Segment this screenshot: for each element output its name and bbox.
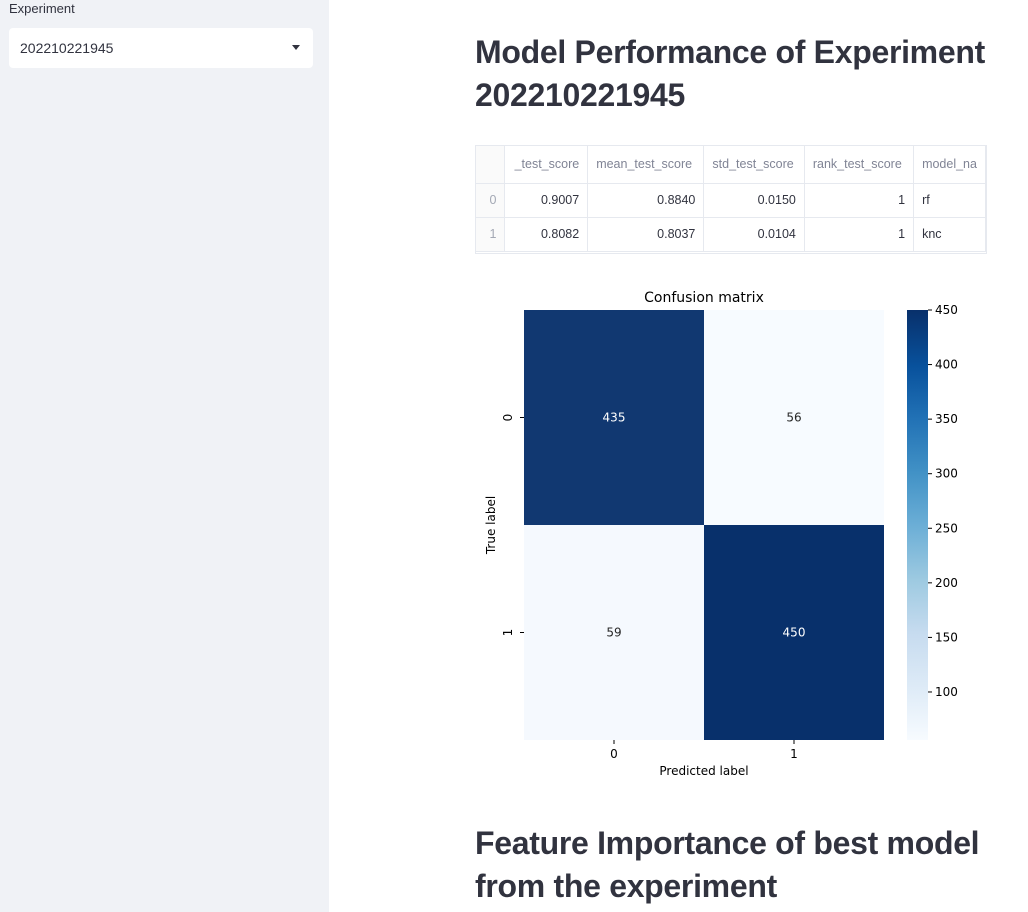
confusion-matrix-chart: Confusion matrix 435 56 59 450 0 1 0 1 Predict… xyxy=(484,290,958,778)
colorbar-tick-label: 150 xyxy=(935,630,958,644)
column-header[interactable]: std_test_score xyxy=(703,146,805,184)
table-row[interactable]: 0 0.9007 0.8840 0.0150 1 rf xyxy=(476,183,986,218)
colorbar-tick-label: 350 xyxy=(935,412,958,426)
y-axis-label: True label xyxy=(484,496,498,555)
page-title: Model Performance of Experiment 20221022… xyxy=(475,34,985,113)
cell-value-label: 450 xyxy=(783,626,806,640)
column-header[interactable]: _test_score xyxy=(504,146,589,184)
y-tick-label: 1 xyxy=(501,629,515,637)
colorbar xyxy=(907,310,928,740)
y-tick-label: 0 xyxy=(501,414,515,422)
table-cell[interactable]: 1 xyxy=(804,183,915,218)
row-index: 0 xyxy=(476,183,506,218)
experiment-select-value: 202210221945 xyxy=(20,40,114,56)
column-header[interactable]: mean_test_score xyxy=(587,146,705,184)
chevron-down-icon[interactable] xyxy=(292,45,300,50)
x-axis-label: Predicted label xyxy=(659,764,748,778)
cell-value-label: 59 xyxy=(606,626,621,640)
table-cell[interactable]: 0.8082 xyxy=(504,217,589,252)
colorbar-tick-label: 250 xyxy=(935,521,958,535)
table-cell[interactable]: 0.0104 xyxy=(703,217,805,252)
table-cell[interactable]: 0.0150 xyxy=(703,183,805,218)
table-cell[interactable]: rf xyxy=(913,183,986,218)
x-tick-label: 1 xyxy=(790,747,798,761)
index-header xyxy=(476,146,506,184)
chart-title: Confusion matrix xyxy=(644,290,764,306)
row-index: 1 xyxy=(476,217,506,252)
table-cell[interactable]: knc xyxy=(913,217,986,252)
column-header[interactable]: model_na xyxy=(913,146,986,184)
experiment-label: Experiment xyxy=(9,1,75,16)
table-cell[interactable]: 0.9007 xyxy=(504,183,589,218)
cell-value-label: 56 xyxy=(786,411,801,425)
results-dataframe[interactable]: _test_score mean_test_score std_test_sco… xyxy=(475,145,987,254)
feature-importance-title: Feature Importance of best model from th… xyxy=(475,825,980,904)
table-cell[interactable]: 0.8037 xyxy=(587,217,705,252)
colorbar-tick-label: 300 xyxy=(935,467,958,481)
colorbar-tick-label: 100 xyxy=(935,685,958,699)
table-cell[interactable]: 1 xyxy=(804,217,915,252)
experiment-select[interactable]: 202210221945 xyxy=(9,28,313,68)
colorbar-tick-label: 400 xyxy=(935,358,958,372)
x-tick-label: 0 xyxy=(610,747,618,761)
table-row[interactable]: 1 0.8082 0.8037 0.0104 1 knc xyxy=(476,217,986,252)
main-content: Model Performance of Experiment 20221022… xyxy=(329,0,1028,912)
table-cell[interactable]: 0.8840 xyxy=(587,183,705,218)
cell-value-label: 435 xyxy=(603,411,626,425)
colorbar-tick-label: 450 xyxy=(935,303,958,317)
sidebar: Experiment 202210221945 xyxy=(0,0,329,912)
colorbar-tick-label: 200 xyxy=(935,576,958,590)
column-header[interactable]: rank_test_score xyxy=(804,146,915,184)
table-header-row: _test_score mean_test_score std_test_sco… xyxy=(476,146,986,184)
